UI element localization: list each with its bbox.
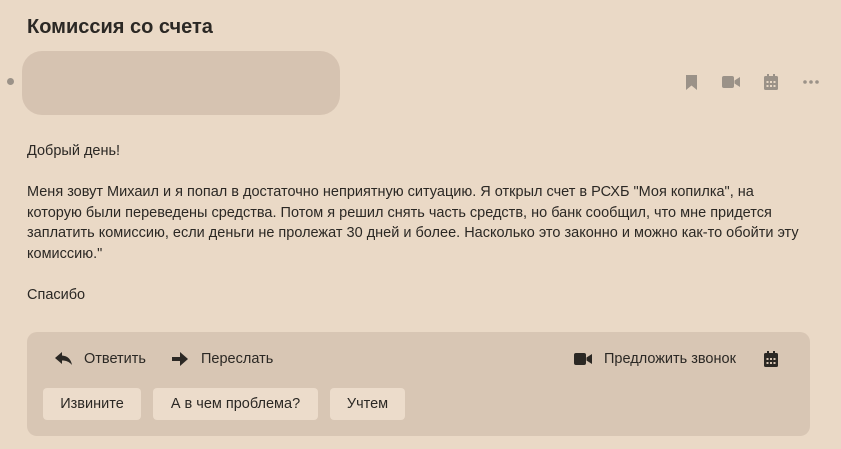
schedule-button[interactable] — [761, 350, 792, 368]
forward-label: Переслать — [201, 351, 274, 367]
propose-call-button[interactable]: Предложить звонок — [573, 350, 736, 368]
reply-panel: Ответить Переслать Предложить звонок Изв… — [27, 332, 810, 436]
video-camera-icon — [573, 350, 593, 368]
unread-indicator — [7, 78, 14, 85]
forward-icon — [170, 350, 190, 368]
message-header-actions — [661, 72, 821, 92]
quick-reply-button[interactable]: Учтем — [330, 388, 405, 420]
bookmark-icon[interactable] — [681, 72, 701, 92]
quick-reply-button[interactable]: Извините — [43, 388, 141, 420]
message-subject: Комиссия со счета — [27, 16, 213, 38]
message-body: Добрый день! Меня зовут Михаил и я попал… — [27, 141, 807, 326]
propose-call-label: Предложить звонок — [604, 351, 736, 367]
sender-info-placeholder[interactable] — [22, 51, 340, 115]
quick-reply-button[interactable]: А в чем проблема? — [153, 388, 318, 420]
greeting-text: Добрый день! — [27, 143, 121, 159]
reply-icon — [53, 350, 73, 368]
calendar-icon[interactable] — [761, 72, 781, 92]
closing-text: Спасибо — [27, 286, 86, 303]
reply-label: Ответить — [84, 351, 146, 367]
more-icon[interactable] — [801, 72, 821, 92]
forward-button[interactable]: Переслать — [170, 350, 273, 368]
reply-button[interactable]: Ответить — [53, 350, 146, 368]
calendar-icon — [761, 350, 781, 368]
video-camera-icon[interactable] — [721, 72, 741, 92]
main-paragraph: Меня зовут Михаил и я попал в достаточно… — [27, 184, 799, 262]
